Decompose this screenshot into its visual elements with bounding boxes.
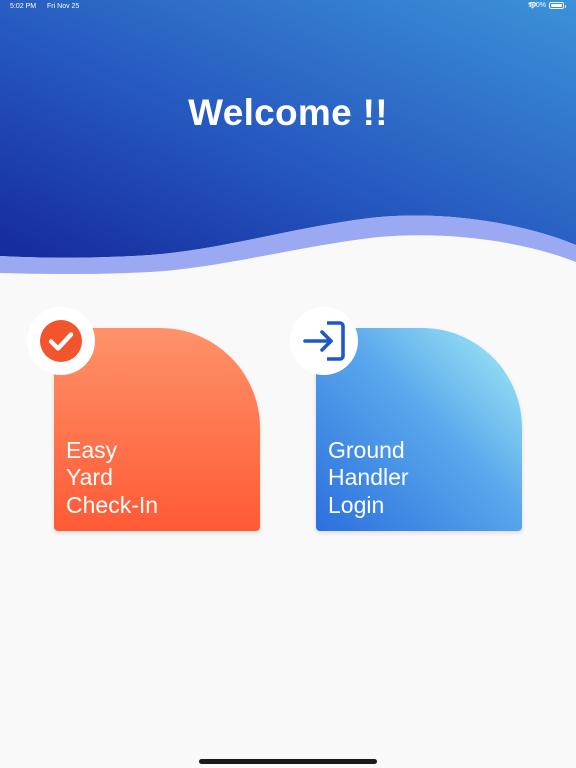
header-background <box>0 0 576 274</box>
yard-check-in-badge[interactable] <box>27 307 95 375</box>
home-indicator[interactable] <box>199 759 377 764</box>
status-time: 5:02 PM <box>10 3 37 10</box>
easy-yard-check-in-label: Easy Yard Check-In <box>66 436 159 518</box>
ground-handler-login-label: Ground Handler Login <box>328 436 409 518</box>
battery-icon <box>549 2 566 9</box>
status-bar: 5:02 PM Fri Nov 25 100% <box>0 0 576 14</box>
welcome-title: Welcome !! <box>188 92 388 133</box>
wifi-icon <box>528 2 538 9</box>
login-icon <box>303 321 345 361</box>
header-banner: 5:02 PM Fri Nov 25 100% Welcome !! <box>0 0 576 290</box>
checkmark-circle-icon <box>40 320 82 362</box>
status-date: Fri Nov 25 <box>47 3 80 10</box>
ground-handler-badge[interactable] <box>290 307 358 375</box>
